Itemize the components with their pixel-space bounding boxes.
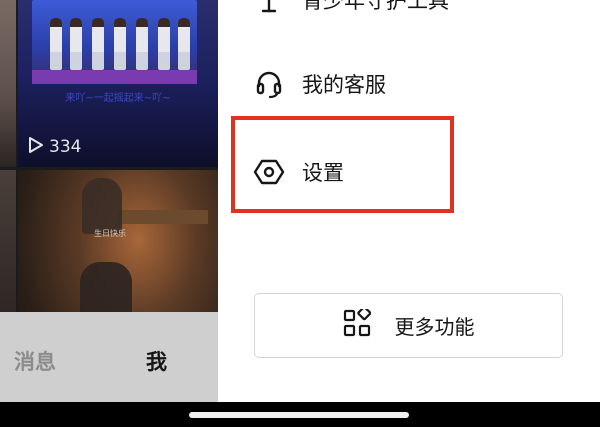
video-thumbnail-edge[interactable]	[0, 0, 16, 167]
menu-item-label: 青少年守护工具	[302, 0, 449, 13]
side-drawer: 青少年守护工具 我的客服 设置 更多功能	[218, 0, 600, 402]
settings-highlight-box	[231, 116, 454, 213]
tab-me[interactable]: 我	[146, 346, 167, 376]
performer	[92, 18, 104, 70]
video-caption: 来吖~一起摇起来~吖~	[65, 93, 171, 104]
menu-item-customer-service[interactable]: 我的客服	[252, 64, 386, 104]
bottom-tab-bar: 消息 我	[0, 312, 218, 402]
performer	[178, 18, 190, 70]
performer	[136, 18, 148, 70]
video-feed: 来吖~一起摇起来~吖~ 334 生日快乐 消息 我	[0, 0, 218, 402]
menu-item-label: 我的客服	[302, 73, 386, 97]
more-features-label: 更多功能	[394, 315, 475, 339]
more-features-button[interactable]: 更多功能	[254, 293, 563, 358]
video-caption: 生日快乐	[94, 229, 126, 238]
menu-item-teen-guard[interactable]: 青少年守护工具	[252, 0, 449, 20]
play-count-value: 334	[49, 137, 82, 157]
grid-apps-icon	[343, 306, 371, 342]
performer	[70, 18, 82, 70]
guard-icon	[252, 0, 286, 17]
system-navigation-bar	[0, 402, 600, 427]
play-icon	[28, 136, 44, 159]
performer	[50, 18, 62, 70]
scene-table	[118, 210, 208, 224]
scene-person	[82, 178, 122, 234]
home-indicator[interactable]	[189, 412, 409, 418]
performer	[158, 18, 170, 70]
headset-icon	[252, 67, 286, 101]
play-count: 334	[28, 135, 81, 159]
performer	[114, 18, 126, 70]
stage-floor	[32, 70, 197, 84]
tab-messages[interactable]: 消息	[14, 346, 56, 376]
